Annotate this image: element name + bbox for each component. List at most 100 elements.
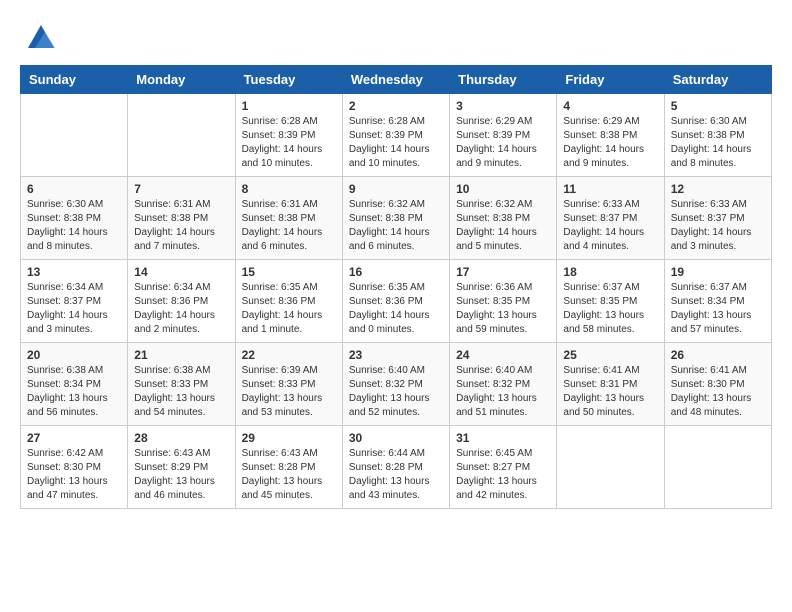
calendar-table: SundayMondayTuesdayWednesdayThursdayFrid… <box>20 65 772 509</box>
logo <box>20 20 58 55</box>
day-info: Sunrise: 6:43 AM Sunset: 8:28 PM Dayligh… <box>242 447 336 503</box>
calendar-cell: 3 Sunrise: 6:29 AM Sunset: 8:39 PM Daylig… <box>450 94 557 177</box>
day-info: Sunrise: 6:44 AM Sunset: 8:28 PM Dayligh… <box>349 447 443 503</box>
page-header <box>20 20 772 55</box>
day-info: Sunrise: 6:33 AM Sunset: 8:37 PM Dayligh… <box>671 198 765 254</box>
calendar-cell <box>21 94 128 177</box>
calendar-cell: 27 Sunrise: 6:42 AM Sunset: 8:30 PM Dayli… <box>21 426 128 509</box>
day-number: 21 <box>134 348 228 362</box>
day-info: Sunrise: 6:31 AM Sunset: 8:38 PM Dayligh… <box>242 198 336 254</box>
logo-icon <box>23 20 58 55</box>
calendar-header-row: SundayMondayTuesdayWednesdayThursdayFrid… <box>21 66 772 94</box>
calendar-cell <box>664 426 771 509</box>
day-number: 13 <box>27 265 121 279</box>
day-number: 3 <box>456 99 550 113</box>
calendar-cell: 22Sunrise: 6:39 AM Sunset: 8:33 PM Dayli… <box>235 343 342 426</box>
day-info: Sunrise: 6:35 AM Sunset: 8:36 PM Dayligh… <box>349 281 443 337</box>
calendar-cell: 9 Sunrise: 6:32 AM Sunset: 8:38 PM Daylig… <box>342 177 449 260</box>
calendar-cell: 25 Sunrise: 6:41 AM Sunset: 8:31 PM Dayli… <box>557 343 664 426</box>
day-info: Sunrise: 6:28 AM Sunset: 8:39 PM Dayligh… <box>242 115 336 171</box>
calendar-cell: 12 Sunrise: 6:33 AM Sunset: 8:37 PM Dayli… <box>664 177 771 260</box>
day-number: 2 <box>349 99 443 113</box>
day-info: Sunrise: 6:30 AM Sunset: 8:38 PM Dayligh… <box>27 198 121 254</box>
day-number: 17 <box>456 265 550 279</box>
calendar-cell: 26 Sunrise: 6:41 AM Sunset: 8:30 PM Dayli… <box>664 343 771 426</box>
day-number: 8 <box>242 182 336 196</box>
day-number: 25 <box>563 348 657 362</box>
calendar-cell: 18Sunrise: 6:37 AM Sunset: 8:35 PM Dayli… <box>557 260 664 343</box>
weekday-header: Thursday <box>450 66 557 94</box>
calendar-cell: 6 Sunrise: 6:30 AM Sunset: 8:38 PM Daylig… <box>21 177 128 260</box>
calendar-cell: 28 Sunrise: 6:43 AM Sunset: 8:29 PM Dayli… <box>128 426 235 509</box>
calendar-cell: 20 Sunrise: 6:38 AM Sunset: 8:34 PM Dayli… <box>21 343 128 426</box>
day-info: Sunrise: 6:37 AM Sunset: 8:34 PM Dayligh… <box>671 281 765 337</box>
day-info: Sunrise: 6:29 AM Sunset: 8:38 PM Dayligh… <box>563 115 657 171</box>
calendar-cell: 8 Sunrise: 6:31 AM Sunset: 8:38 PM Daylig… <box>235 177 342 260</box>
day-info: Sunrise: 6:31 AM Sunset: 8:38 PM Dayligh… <box>134 198 228 254</box>
day-info: Sunrise: 6:33 AM Sunset: 8:37 PM Dayligh… <box>563 198 657 254</box>
day-info: Sunrise: 6:40 AM Sunset: 8:32 PM Dayligh… <box>349 364 443 420</box>
day-number: 12 <box>671 182 765 196</box>
day-info: Sunrise: 6:32 AM Sunset: 8:38 PM Dayligh… <box>456 198 550 254</box>
day-info: Sunrise: 6:41 AM Sunset: 8:31 PM Dayligh… <box>563 364 657 420</box>
day-number: 28 <box>134 431 228 445</box>
day-info: Sunrise: 6:36 AM Sunset: 8:35 PM Dayligh… <box>456 281 550 337</box>
day-number: 31 <box>456 431 550 445</box>
day-number: 4 <box>563 99 657 113</box>
day-number: 7 <box>134 182 228 196</box>
day-info: Sunrise: 6:41 AM Sunset: 8:30 PM Dayligh… <box>671 364 765 420</box>
day-info: Sunrise: 6:28 AM Sunset: 8:39 PM Dayligh… <box>349 115 443 171</box>
calendar-cell: 14Sunrise: 6:34 AM Sunset: 8:36 PM Dayli… <box>128 260 235 343</box>
calendar-cell: 31 Sunrise: 6:45 AM Sunset: 8:27 PM Dayli… <box>450 426 557 509</box>
day-info: Sunrise: 6:45 AM Sunset: 8:27 PM Dayligh… <box>456 447 550 503</box>
calendar-cell: 16 Sunrise: 6:35 AM Sunset: 8:36 PM Dayli… <box>342 260 449 343</box>
day-number: 29 <box>242 431 336 445</box>
day-number: 20 <box>27 348 121 362</box>
day-info: Sunrise: 6:43 AM Sunset: 8:29 PM Dayligh… <box>134 447 228 503</box>
weekday-header: Monday <box>128 66 235 94</box>
day-info: Sunrise: 6:39 AM Sunset: 8:33 PM Dayligh… <box>242 364 336 420</box>
day-number: 23 <box>349 348 443 362</box>
calendar-cell: 7 Sunrise: 6:31 AM Sunset: 8:38 PM Daylig… <box>128 177 235 260</box>
calendar-cell: 1 Sunrise: 6:28 AM Sunset: 8:39 PM Daylig… <box>235 94 342 177</box>
calendar-cell: 19Sunrise: 6:37 AM Sunset: 8:34 PM Dayli… <box>664 260 771 343</box>
weekday-header: Sunday <box>21 66 128 94</box>
day-info: Sunrise: 6:34 AM Sunset: 8:37 PM Dayligh… <box>27 281 121 337</box>
day-info: Sunrise: 6:29 AM Sunset: 8:39 PM Dayligh… <box>456 115 550 171</box>
day-info: Sunrise: 6:35 AM Sunset: 8:36 PM Dayligh… <box>242 281 336 337</box>
day-info: Sunrise: 6:42 AM Sunset: 8:30 PM Dayligh… <box>27 447 121 503</box>
calendar-week-row: 13 Sunrise: 6:34 AM Sunset: 8:37 PM Dayli… <box>21 260 772 343</box>
calendar-week-row: 6 Sunrise: 6:30 AM Sunset: 8:38 PM Daylig… <box>21 177 772 260</box>
calendar-cell: 11 Sunrise: 6:33 AM Sunset: 8:37 PM Dayli… <box>557 177 664 260</box>
weekday-header: Wednesday <box>342 66 449 94</box>
day-number: 27 <box>27 431 121 445</box>
day-number: 6 <box>27 182 121 196</box>
weekday-header: Friday <box>557 66 664 94</box>
logo-text <box>20 20 58 55</box>
calendar-cell: 15Sunrise: 6:35 AM Sunset: 8:36 PM Dayli… <box>235 260 342 343</box>
day-info: Sunrise: 6:34 AM Sunset: 8:36 PM Dayligh… <box>134 281 228 337</box>
day-number: 24 <box>456 348 550 362</box>
calendar-cell: 5Sunrise: 6:30 AM Sunset: 8:38 PM Daylig… <box>664 94 771 177</box>
day-number: 1 <box>242 99 336 113</box>
day-number: 26 <box>671 348 765 362</box>
day-info: Sunrise: 6:32 AM Sunset: 8:38 PM Dayligh… <box>349 198 443 254</box>
day-number: 30 <box>349 431 443 445</box>
calendar-cell: 2 Sunrise: 6:28 AM Sunset: 8:39 PM Daylig… <box>342 94 449 177</box>
day-number: 9 <box>349 182 443 196</box>
day-number: 5 <box>671 99 765 113</box>
day-number: 10 <box>456 182 550 196</box>
calendar-cell: 30 Sunrise: 6:44 AM Sunset: 8:28 PM Dayli… <box>342 426 449 509</box>
calendar-cell: 23 Sunrise: 6:40 AM Sunset: 8:32 PM Dayli… <box>342 343 449 426</box>
calendar-cell <box>557 426 664 509</box>
day-info: Sunrise: 6:38 AM Sunset: 8:34 PM Dayligh… <box>27 364 121 420</box>
day-number: 11 <box>563 182 657 196</box>
day-info: Sunrise: 6:38 AM Sunset: 8:33 PM Dayligh… <box>134 364 228 420</box>
day-number: 16 <box>349 265 443 279</box>
calendar-week-row: 1 Sunrise: 6:28 AM Sunset: 8:39 PM Daylig… <box>21 94 772 177</box>
calendar-cell: 17 Sunrise: 6:36 AM Sunset: 8:35 PM Dayli… <box>450 260 557 343</box>
calendar-week-row: 20 Sunrise: 6:38 AM Sunset: 8:34 PM Dayli… <box>21 343 772 426</box>
day-number: 18 <box>563 265 657 279</box>
calendar-cell: 13 Sunrise: 6:34 AM Sunset: 8:37 PM Dayli… <box>21 260 128 343</box>
calendar-cell: 21 Sunrise: 6:38 AM Sunset: 8:33 PM Dayli… <box>128 343 235 426</box>
